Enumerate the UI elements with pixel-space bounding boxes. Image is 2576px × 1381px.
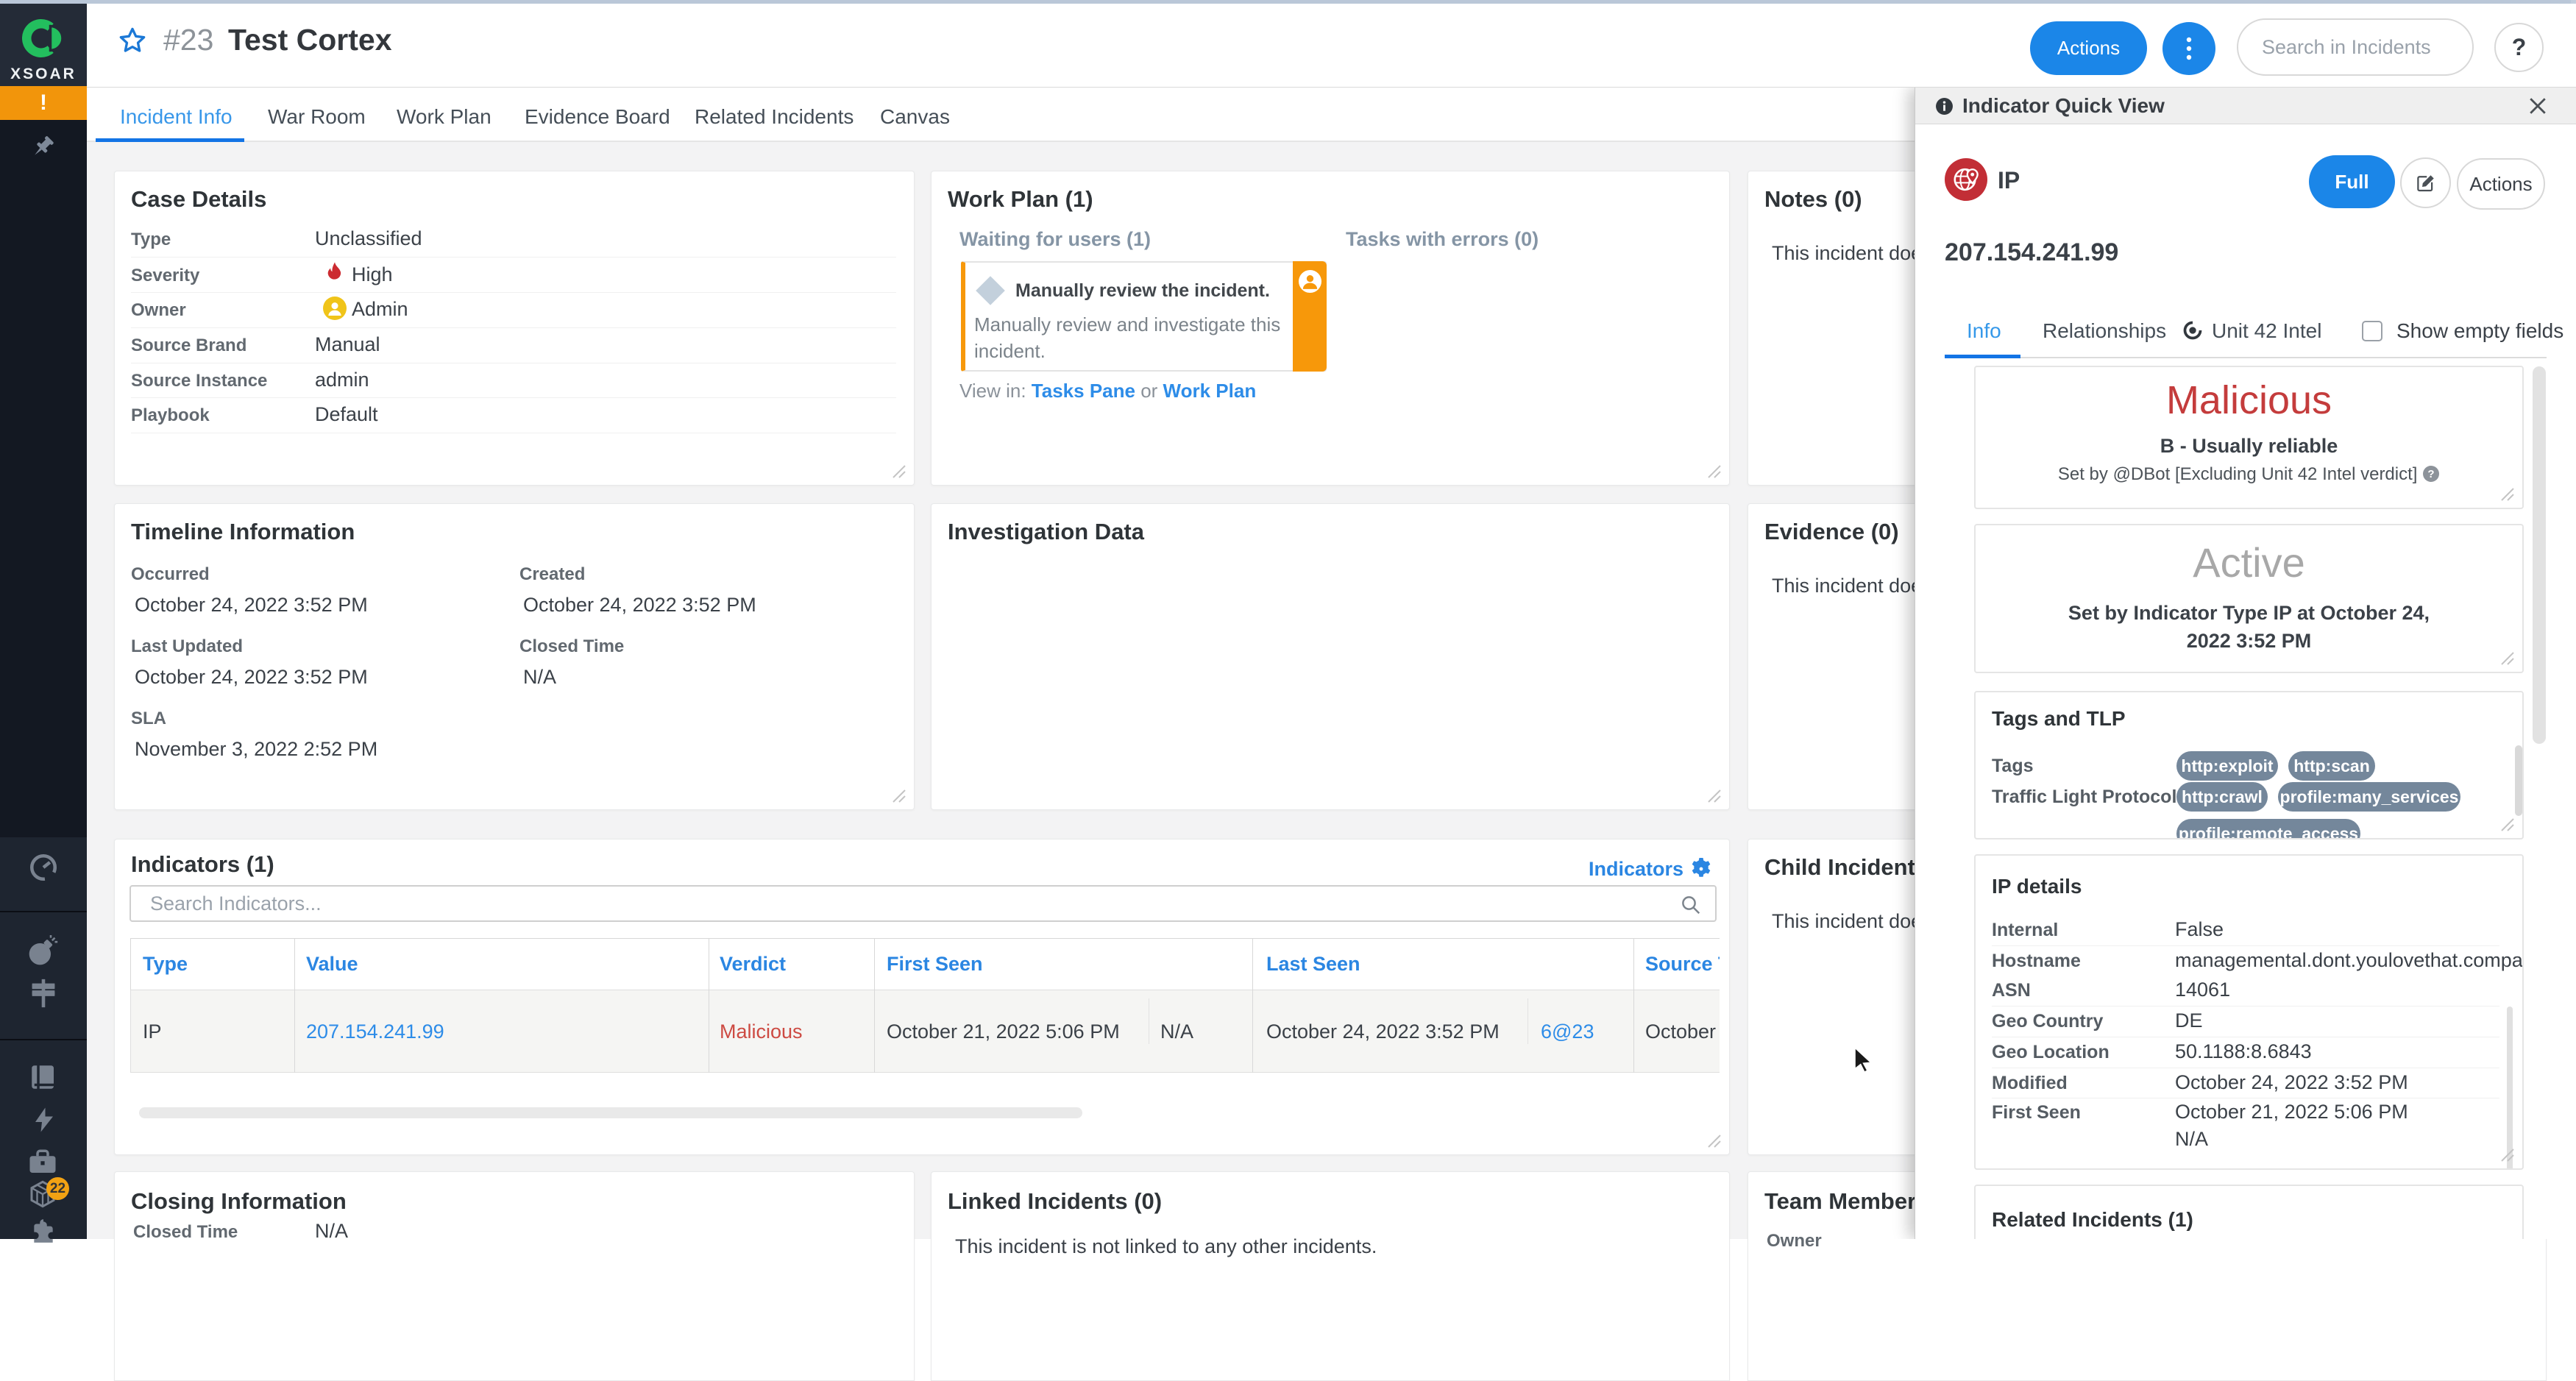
svg-text:?: ? xyxy=(2428,468,2435,480)
